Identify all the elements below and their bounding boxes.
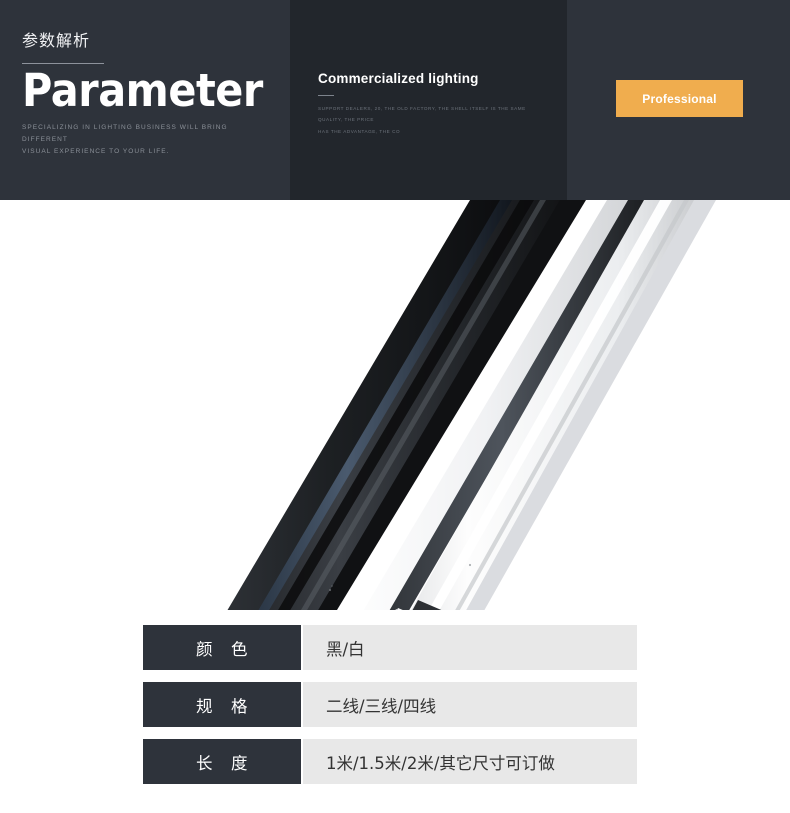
spec-label-char-b: 格 [231, 696, 248, 716]
banner-caption-line-1: SPECIALIZING IN LIGHTING BUSINESS WILL B… [22, 124, 228, 144]
spec-label-char-a: 长 [196, 753, 213, 773]
spec-value-specification: 二线/三线/四线 [303, 682, 637, 727]
middle-caption-line-2: HAS THE ADVANTAGE, THE CO [318, 128, 401, 134]
banner-right-panel: Professional [567, 0, 790, 200]
spec-label-char-b: 度 [231, 753, 248, 773]
table-row: 规 格 二线/三线/四线 [143, 682, 637, 727]
spec-label-color: 颜 色 [143, 625, 301, 670]
product-photo [0, 200, 790, 610]
middle-caption: SUPPORT DEALERS, 20, THE OLD FACTORY, TH… [318, 103, 543, 138]
banner-caption-line-2: VISUAL EXPERIENCE TO YOUR LIFE. [22, 148, 170, 156]
spec-label-length: 长 度 [143, 739, 301, 784]
page-header-banner: 参数解析 Parameter SPECIALIZING IN LIGHTING … [0, 0, 790, 200]
track-rail-svg [227, 200, 716, 610]
spec-label-char-b: 色 [231, 639, 248, 659]
commercialized-lighting-heading: Commercialized lighting [318, 71, 479, 86]
spec-value-color: 黑/白 [303, 625, 637, 670]
spec-label-specification: 规 格 [143, 682, 301, 727]
track-rail-illustration [0, 200, 790, 610]
banner-left-panel: 参数解析 Parameter SPECIALIZING IN LIGHTING … [0, 0, 290, 200]
banner-middle-panel: Commercialized lighting SUPPORT DEALERS,… [290, 0, 567, 200]
spec-table: 颜 色 黑/白 规 格 二线/三线/四线 长 度 1米/1.5米/2米/其它尺寸… [143, 625, 637, 784]
middle-caption-line-1: SUPPORT DEALERS, 20, THE OLD FACTORY, TH… [318, 105, 526, 123]
spec-label-char-a: 颜 [196, 639, 213, 659]
spec-value-length: 1米/1.5米/2米/其它尺寸可订做 [303, 739, 637, 784]
professional-button[interactable]: Professional [616, 80, 743, 117]
spec-label-char-a: 规 [196, 696, 213, 716]
banner-chinese-title: 参数解析 [22, 33, 91, 50]
table-row: 颜 色 黑/白 [143, 625, 637, 670]
banner-english-title: Parameter [22, 64, 263, 117]
banner-caption: SPECIALIZING IN LIGHTING BUSINESS WILL B… [22, 122, 272, 158]
table-row: 长 度 1米/1.5米/2米/其它尺寸可订做 [143, 739, 637, 784]
middle-divider-rule [318, 94, 334, 96]
